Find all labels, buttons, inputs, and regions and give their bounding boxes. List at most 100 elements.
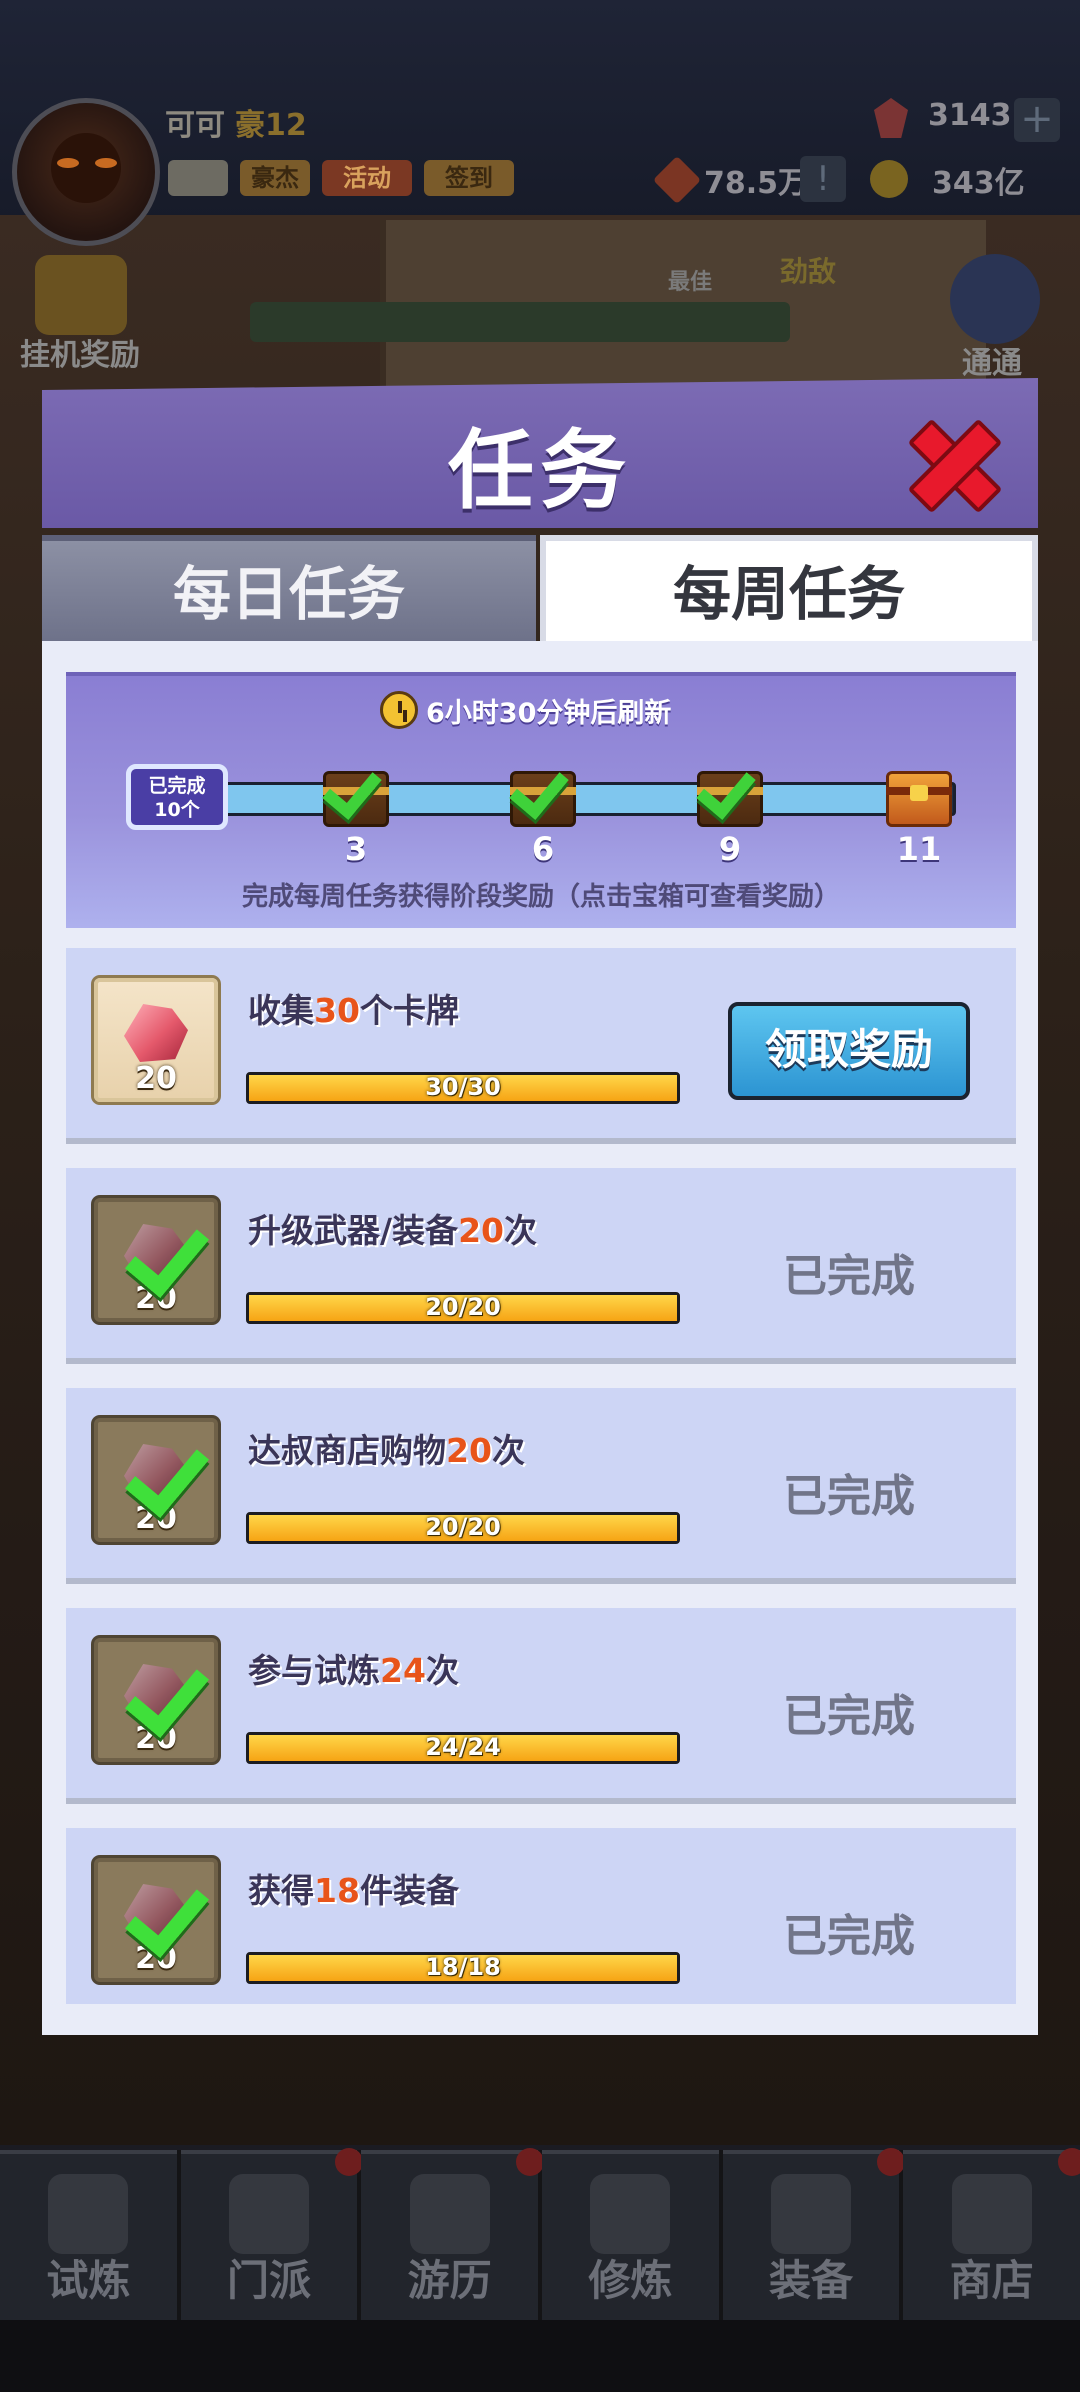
- completed-label: 已完成: [783, 1911, 915, 1962]
- task-row: 20 达叔商店购物20次 20/20 已完成: [66, 1388, 1016, 1584]
- nav-label: 商店: [949, 2256, 1034, 2305]
- nav-item-equipment[interactable]: 装备: [722, 2148, 906, 2320]
- power-info-button[interactable]: !: [800, 156, 846, 202]
- nav-label: 修炼: [588, 2256, 673, 2305]
- task-title: 参与试炼24次: [248, 1644, 459, 1692]
- cultivate-icon: [590, 2174, 671, 2254]
- nav-label: 门派: [227, 2256, 312, 2305]
- milestone-chest-6[interactable]: [509, 758, 576, 827]
- task-title-text: 次: [504, 1211, 537, 1250]
- task-title-text: 升级武器/装备: [248, 1211, 459, 1250]
- clock-icon: [380, 691, 418, 729]
- task-title-text: 收集: [248, 991, 314, 1030]
- reward-icon: 20: [94, 1418, 218, 1542]
- task-target-number: 30: [314, 991, 360, 1030]
- nav-label: 装备: [769, 2256, 854, 2305]
- player-name: 可可: [165, 108, 225, 143]
- completed-label: 已完成: [783, 1691, 915, 1742]
- add-gems-button[interactable]: +: [1014, 98, 1060, 142]
- afk-reward-label: 挂机奖励: [20, 338, 140, 373]
- task-progress-text: 20/20: [425, 1293, 501, 1321]
- refresh-timer: 6小时30分钟后刷新: [380, 688, 671, 732]
- milestone-chest-3[interactable]: [322, 758, 389, 827]
- reward-icon: 20: [94, 1638, 218, 1762]
- player-avatar[interactable]: [12, 98, 160, 246]
- nav-item-shop[interactable]: 商店: [903, 2148, 1080, 2320]
- enemy-label: 劲敌: [780, 255, 837, 288]
- milestone-label: 11: [896, 830, 942, 868]
- task-progress-text: 18/18: [425, 1953, 501, 1981]
- completed-label: 已完成: [148, 775, 206, 797]
- task-progress-bar: 20/20: [246, 1512, 680, 1544]
- completed-label: 已完成: [783, 1471, 915, 1522]
- milestone-chest-11[interactable]: [886, 765, 952, 827]
- system-nav-bar: [0, 2320, 1080, 2392]
- close-button[interactable]: [905, 415, 1003, 514]
- sect-icon: [229, 2174, 309, 2254]
- notification-dot: [877, 2148, 906, 2176]
- nav-item-trial[interactable]: 试炼: [0, 2150, 177, 2320]
- gold-coin-icon: [870, 160, 908, 198]
- shop-icon: [951, 2174, 1032, 2254]
- event-button[interactable]: 活动: [322, 160, 412, 196]
- task-target-number: 18: [314, 1871, 360, 1910]
- completed-label: 已完成: [783, 1251, 915, 1302]
- milestone-label: 6: [531, 830, 555, 868]
- tab-weekly-tasks[interactable]: 每周任务: [540, 535, 1038, 641]
- equipment-icon: [771, 2174, 852, 2254]
- task-title-text: 个卡牌: [359, 991, 459, 1030]
- task-row: 20 升级武器/装备20次 20/20 已完成: [66, 1168, 1016, 1364]
- notification-dot: [516, 2148, 545, 2176]
- task-target-number: 24: [380, 1651, 426, 1690]
- boss-avatar[interactable]: [950, 254, 1040, 344]
- task-progress-text: 30/30: [425, 1073, 501, 1101]
- gem-count: 3143: [928, 98, 1012, 133]
- power-value: 78.5万: [704, 166, 809, 201]
- task-title-text: 达叔商店购物: [248, 1431, 446, 1470]
- task-title: 升级武器/装备20次: [248, 1204, 537, 1252]
- crystal-icon: [124, 1004, 188, 1062]
- milestone-label: 3: [344, 830, 368, 868]
- tab-daily-tasks[interactable]: 每日任务: [42, 535, 536, 647]
- avatar-eye: [95, 158, 117, 168]
- task-progress-bar: 30/30: [246, 1072, 680, 1104]
- nav-item-travel[interactable]: 游历: [361, 2148, 545, 2320]
- hero-button[interactable]: 豪杰: [240, 160, 310, 196]
- mail-icon[interactable]: [168, 160, 228, 196]
- afk-chest-icon[interactable]: [35, 255, 127, 335]
- task-title: 达叔商店购物20次: [248, 1424, 525, 1472]
- task-progress-bar: 20/20: [246, 1292, 680, 1324]
- top-hud: [0, 0, 1080, 220]
- nav-item-cultivate[interactable]: 修炼: [542, 2150, 719, 2320]
- task-title-text: 次: [425, 1651, 459, 1690]
- refresh-text: 6小时30分钟后刷新: [426, 697, 672, 729]
- trial-icon: [48, 2174, 129, 2254]
- sign-in-button[interactable]: 签到: [424, 160, 514, 196]
- travel-icon: [409, 2174, 490, 2254]
- notification-dot: [335, 2148, 364, 2176]
- task-title: 收集30个卡牌: [248, 984, 459, 1032]
- task-target-number: 20: [458, 1211, 504, 1250]
- completed-count-badge: 已完成 10个: [126, 764, 228, 830]
- task-title-text: 件装备: [359, 1871, 459, 1910]
- claim-reward-button[interactable]: 领取奖励: [728, 1002, 970, 1100]
- best-label: 最佳: [668, 270, 713, 295]
- task-progress-bar: 24/24: [246, 1732, 680, 1764]
- stage-reward-hint: 完成每周任务获得阶段奖励（点击宝箱可查看奖励）: [241, 882, 840, 912]
- nav-label: 游历: [407, 2256, 492, 2305]
- clear-label: 通通: [962, 346, 1022, 381]
- task-progress-bar: 18/18: [246, 1952, 680, 1984]
- nav-label: 试炼: [46, 2256, 131, 2305]
- task-title-text: 获得: [248, 1871, 314, 1910]
- reward-icon: 20: [94, 978, 218, 1102]
- player-name-row: 可可 豪12: [165, 100, 307, 144]
- avatar-eye: [57, 158, 79, 168]
- milestone-chest-9[interactable]: [696, 758, 763, 827]
- task-title-text: 次: [491, 1431, 525, 1470]
- task-row: 20 参与试炼24次 24/24 已完成: [66, 1608, 1016, 1804]
- task-row: 20 收集30个卡牌 30/30 领取奖励: [66, 948, 1016, 1144]
- task-target-number: 20: [446, 1431, 492, 1470]
- completed-count: 10个: [154, 799, 200, 821]
- nav-item-sect[interactable]: 门派: [180, 2148, 364, 2320]
- milestone-label: 9: [718, 830, 742, 868]
